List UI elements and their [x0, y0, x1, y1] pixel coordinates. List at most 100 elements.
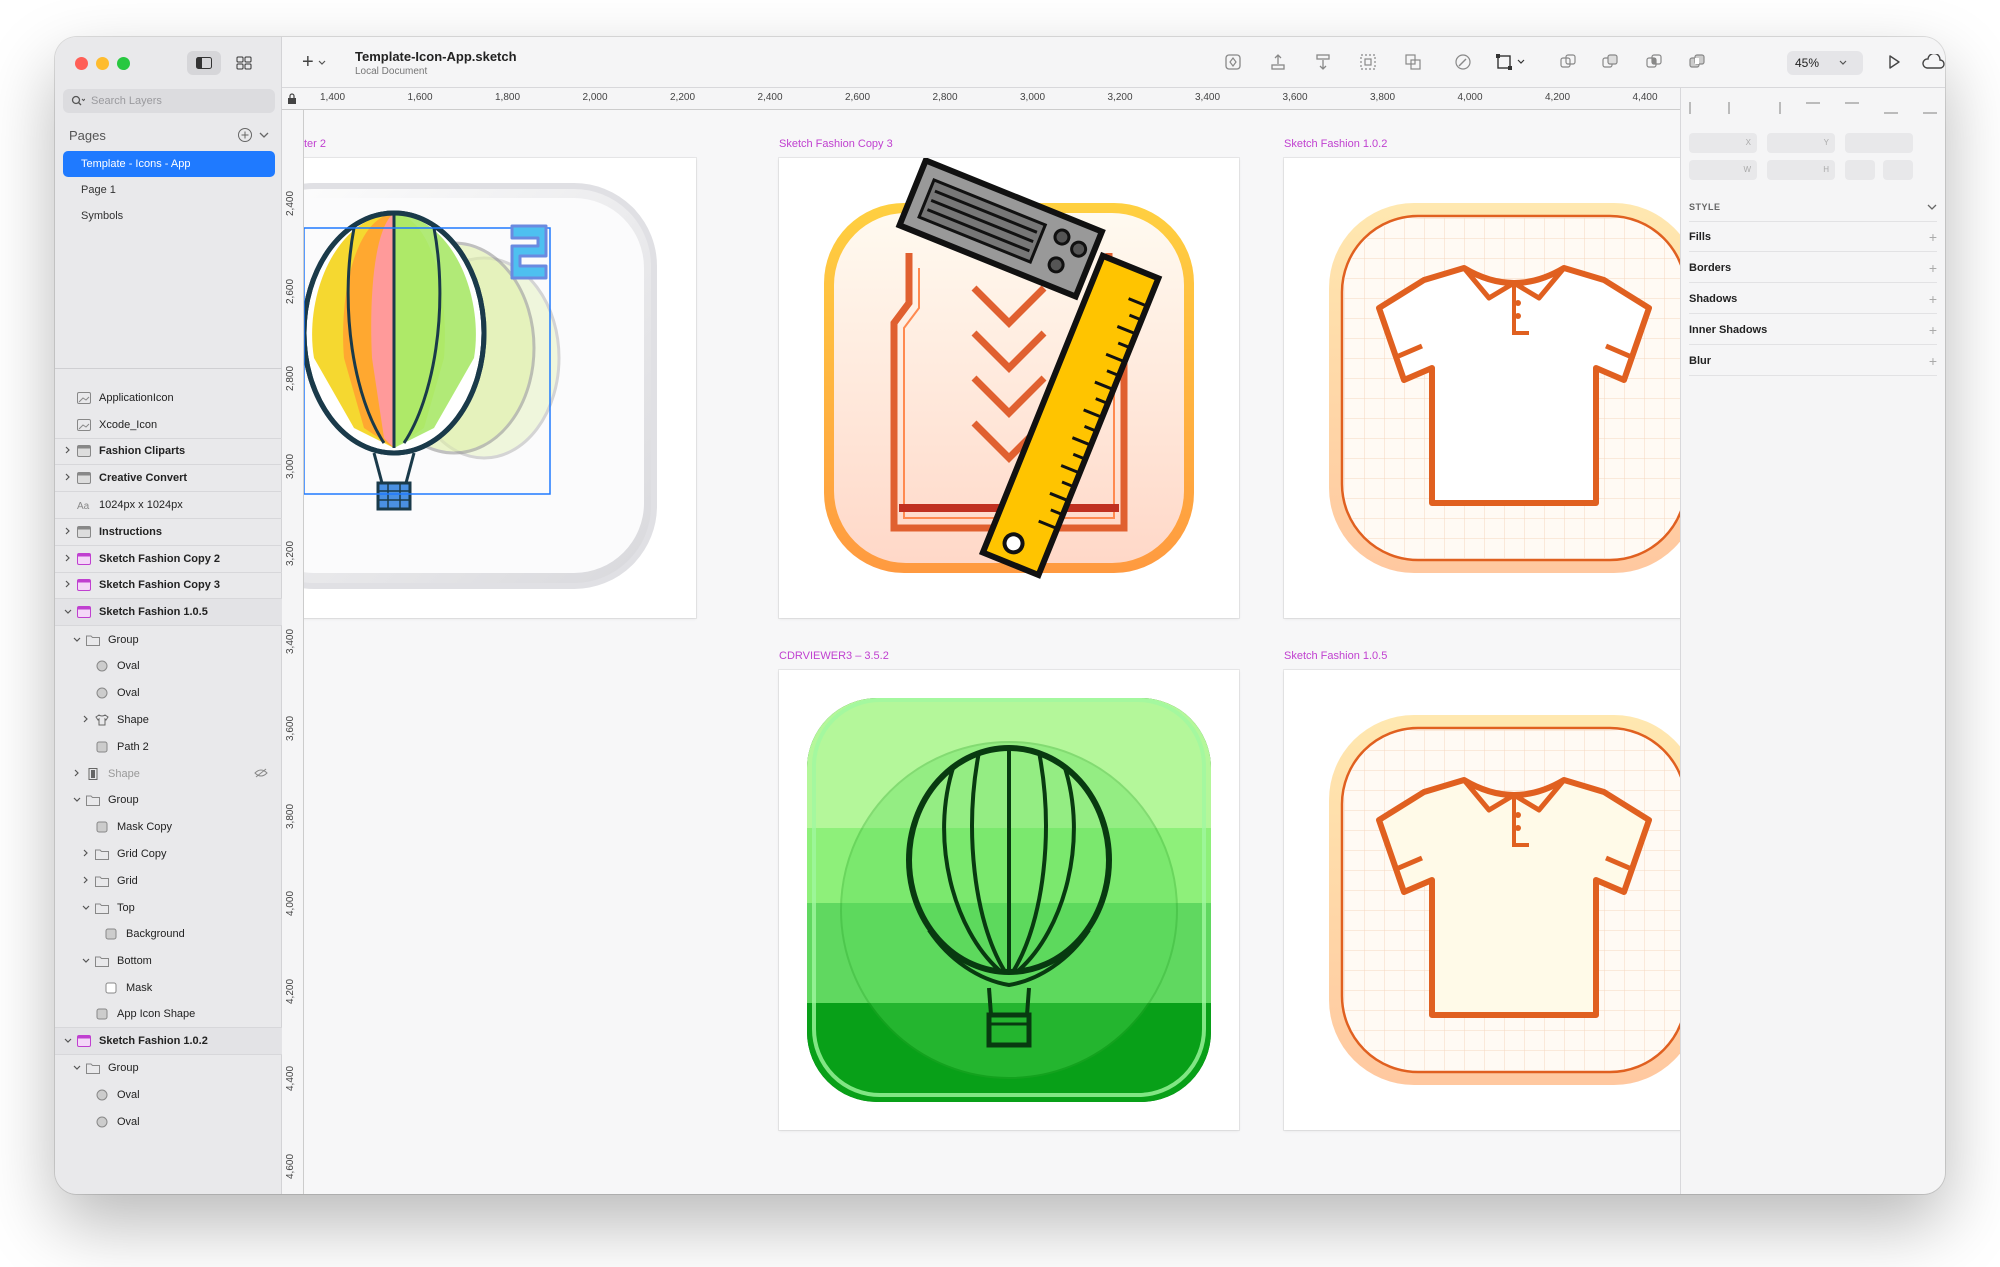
transform-button[interactable] [1492, 52, 1532, 72]
chevron-right-icon[interactable] [63, 527, 73, 537]
chevron-down-icon[interactable] [72, 635, 82, 645]
style-section-inner-shadows[interactable]: Inner Shadows + [1689, 315, 1937, 345]
chevron-right-icon[interactable] [72, 769, 82, 779]
minimize-window-button[interactable] [96, 57, 109, 70]
zoom-window-button[interactable] [117, 57, 130, 70]
layer-search-input[interactable]: Search Layers [63, 89, 275, 113]
canvas[interactable]: ter 2 Sketch Fashion Copy 3 Sketch Fashi… [304, 110, 1680, 1194]
sidebar-toggle-button[interactable] [187, 51, 221, 75]
layer-row[interactable]: Creative Convert [55, 465, 282, 493]
edit-button[interactable] [1452, 52, 1474, 72]
artboard-shirt-icon-b[interactable] [1284, 670, 1680, 1130]
artboard-title[interactable]: CDRVIEWER3 – 3.5.2 [779, 650, 889, 662]
chevron-down-icon[interactable] [259, 131, 269, 139]
layer-row[interactable]: Oval [55, 1082, 282, 1109]
add-icon[interactable]: + [1929, 260, 1937, 276]
style-section-header[interactable]: STYLE [1689, 192, 1937, 222]
align-left-icon[interactable] [1689, 102, 1703, 114]
add-page-icon[interactable] [237, 127, 253, 143]
chevron-down-icon[interactable] [72, 795, 82, 805]
chevron-down-icon[interactable] [81, 903, 91, 913]
subtract-button[interactable] [1599, 52, 1621, 72]
layer-row[interactable]: App Icon Shape [55, 1001, 282, 1029]
layer-row[interactable]: Oval [55, 1109, 282, 1136]
chevron-right-icon[interactable] [81, 876, 91, 886]
flip-horizontal-button[interactable] [1845, 160, 1875, 180]
add-icon[interactable]: + [1929, 291, 1937, 307]
chevron-right-icon[interactable] [63, 473, 73, 483]
layer-row[interactable]: Oval [55, 653, 282, 680]
rotation-field[interactable] [1845, 133, 1913, 153]
move-forward-button[interactable] [1267, 52, 1289, 72]
layer-row[interactable]: Background [55, 921, 282, 948]
chevron-right-icon[interactable] [81, 715, 91, 725]
layer-row[interactable]: Mask [55, 975, 282, 1002]
chevron-right-icon[interactable] [63, 446, 73, 456]
create-symbol-button[interactable] [1222, 52, 1244, 72]
page-item[interactable]: Symbols [63, 203, 275, 229]
zoom-select[interactable]: 45% [1787, 51, 1863, 75]
layer-row[interactable]: Group [55, 1055, 282, 1082]
style-section-blur[interactable]: Blur + [1689, 346, 1937, 376]
x-field[interactable]: X [1689, 133, 1757, 153]
layer-row[interactable]: Shape [55, 760, 282, 787]
align-bottom-icon[interactable] [1884, 102, 1898, 114]
ungroup-button[interactable] [1402, 52, 1424, 72]
artboard-title[interactable]: Sketch Fashion Copy 3 [779, 138, 893, 150]
layer-row[interactable]: Bottom [55, 948, 282, 975]
union-button[interactable] [1557, 52, 1579, 72]
add-icon[interactable]: + [1929, 353, 1937, 369]
height-field[interactable]: H [1767, 160, 1835, 180]
align-center-icon[interactable] [1728, 102, 1742, 114]
style-section-borders[interactable]: Borders + [1689, 253, 1937, 283]
layer-row[interactable]: Instructions [55, 519, 282, 546]
style-section-shadows[interactable]: Shadows + [1689, 284, 1937, 314]
preview-button[interactable] [1883, 52, 1905, 72]
align-top-icon[interactable] [1806, 102, 1820, 114]
chevron-right-icon[interactable] [81, 849, 91, 859]
close-window-button[interactable] [75, 57, 88, 70]
cloud-button[interactable] [1919, 52, 1945, 72]
y-field[interactable]: Y [1767, 133, 1835, 153]
align-right-icon[interactable] [1767, 102, 1781, 114]
components-view-button[interactable] [229, 51, 259, 75]
hidden-eye-icon[interactable] [254, 767, 268, 781]
layer-row[interactable]: Sketch Fashion Copy 3 [55, 573, 282, 600]
layer-row[interactable]: Path 2 [55, 733, 282, 760]
layer-row[interactable]: Group [55, 626, 282, 653]
layer-row[interactable]: Oval [55, 680, 282, 707]
layer-row[interactable]: ApplicationIcon [55, 385, 282, 412]
lock-icon[interactable] [287, 93, 297, 105]
layer-row[interactable]: Grid Copy [55, 841, 282, 868]
group-button[interactable] [1357, 52, 1379, 72]
artboard-title[interactable]: ter 2 [304, 138, 326, 150]
layer-row[interactable]: Sketch Fashion 1.0.5 [55, 599, 282, 627]
layer-row[interactable]: Shape [55, 707, 282, 734]
flip-vertical-button[interactable] [1883, 160, 1913, 180]
page-item[interactable]: Template - Icons - App [63, 151, 275, 177]
chevron-down-icon[interactable] [63, 607, 73, 617]
chevron-down-icon[interactable] [81, 956, 91, 966]
artboard-title[interactable]: Sketch Fashion 1.0.2 [1284, 138, 1387, 150]
artboard-green-balloon-icon[interactable] [779, 670, 1239, 1130]
width-field[interactable]: W [1689, 160, 1757, 180]
horizontal-ruler[interactable]: 1,400 1,600 1,800 2,000 2,200 2,400 2,600 2,800… [282, 88, 1680, 110]
artboard-vest-ruler-icon[interactable] [779, 156, 1239, 618]
add-icon[interactable]: + [1929, 322, 1937, 338]
chevron-down-icon[interactable] [63, 1036, 73, 1046]
layer-row[interactable]: Sketch Fashion 1.0.2 [55, 1028, 282, 1055]
layer-row[interactable]: Fashion Cliparts [55, 439, 282, 466]
layer-row[interactable]: Grid [55, 867, 282, 894]
difference-button[interactable] [1686, 52, 1708, 72]
artboard-shirt-icon-a[interactable] [1284, 158, 1680, 618]
layer-row[interactable]: Xcode_Icon [55, 412, 282, 439]
align-middle-icon[interactable] [1845, 102, 1859, 114]
layer-row[interactable]: Sketch Fashion Copy 2 [55, 546, 282, 573]
layer-row[interactable]: Group [55, 787, 282, 814]
chevron-down-icon[interactable] [72, 1063, 82, 1073]
insert-button[interactable]: + [302, 51, 326, 74]
layer-row[interactable]: Aa 1024px x 1024px [55, 492, 282, 519]
artboard-balloon-icon[interactable] [304, 158, 696, 618]
move-backward-button[interactable] [1312, 52, 1334, 72]
style-section-fills[interactable]: Fills + [1689, 222, 1937, 252]
